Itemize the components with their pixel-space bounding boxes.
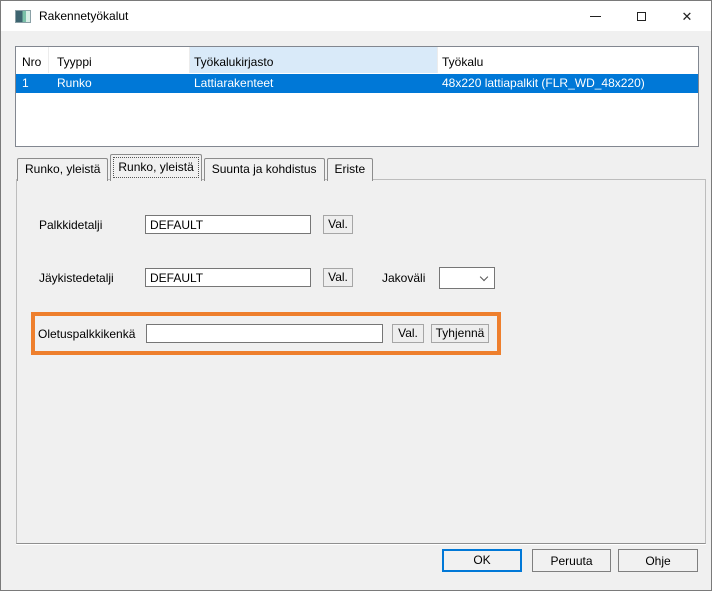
jaykistedetalji-select-button[interactable]: Val. [323, 268, 353, 287]
cell-tyyppi: Runko [57, 76, 190, 90]
column-header-tyokalu[interactable]: Työkalu [438, 47, 698, 73]
maximize-button[interactable] [618, 2, 664, 30]
window-controls: ✕ [572, 2, 710, 30]
close-button[interactable]: ✕ [664, 2, 710, 30]
minimize-button[interactable] [572, 2, 618, 30]
tab-page: Palkkidetalji Val. Jäykistedetalji Val. … [16, 179, 706, 544]
oletuspalkkikenka-clear-button[interactable]: Tyhjennä [431, 324, 489, 343]
close-icon: ✕ [682, 10, 693, 23]
dialog-window: Rakennetyökalut ✕ Nro Tyyppi Työkalukirj… [0, 0, 712, 591]
tool-list-table: Nro Tyyppi Työkalukirjasto Työkalu 1 Run… [15, 46, 699, 147]
column-header-tyyppi[interactable]: Tyyppi [49, 47, 190, 73]
tab-strip: Runko, yleistä Runko, yleistä Suunta ja … [17, 154, 375, 181]
jaykistedetalji-label: Jäykistedetalji [39, 271, 114, 285]
app-icon [15, 10, 31, 23]
window-title: Rakennetyökalut [39, 9, 128, 23]
column-header-tyokalukirjasto[interactable]: Työkalukirjasto [190, 47, 438, 73]
jakovali-dropdown[interactable] [439, 267, 495, 289]
palkkidetalji-select-button[interactable]: Val. [323, 215, 353, 234]
cancel-button[interactable]: Peruuta [532, 549, 611, 572]
cell-tyokalukirjasto: Lattiarakenteet [194, 76, 438, 90]
tab-suunta-ja-kohdistus[interactable]: Suunta ja kohdistus [204, 158, 325, 181]
palkkidetalji-label: Palkkidetalji [39, 218, 102, 232]
palkkidetalji-input[interactable] [145, 215, 311, 234]
tab-runko-yleista-2[interactable]: Runko, yleistä [110, 154, 201, 181]
cell-tyokalu: 48x220 lattiapalkit (FLR_WD_48x220) [442, 76, 698, 90]
maximize-icon [637, 12, 646, 21]
titlebar[interactable]: Rakennetyökalut ✕ [1, 1, 711, 31]
minimize-icon [590, 16, 601, 17]
table-row-selected[interactable]: 1 Runko Lattiarakenteet 48x220 lattiapal… [16, 74, 698, 93]
tab-eriste[interactable]: Eriste [327, 158, 374, 181]
chevron-down-icon [480, 273, 488, 281]
jakovali-label: Jakoväli [382, 271, 425, 285]
oletuspalkkikenka-label: Oletuspalkkikenkä [38, 327, 135, 341]
help-button[interactable]: Ohje [618, 549, 698, 572]
ok-button[interactable]: OK [442, 549, 522, 572]
oletuspalkkikenka-input[interactable] [146, 324, 383, 343]
oletuspalkkikenka-select-button[interactable]: Val. [392, 324, 424, 343]
column-header-nro[interactable]: Nro [16, 47, 49, 73]
cell-nro: 1 [22, 76, 49, 90]
jaykistedetalji-input[interactable] [145, 268, 311, 287]
tab-runko-yleista-1[interactable]: Runko, yleistä [17, 158, 108, 181]
